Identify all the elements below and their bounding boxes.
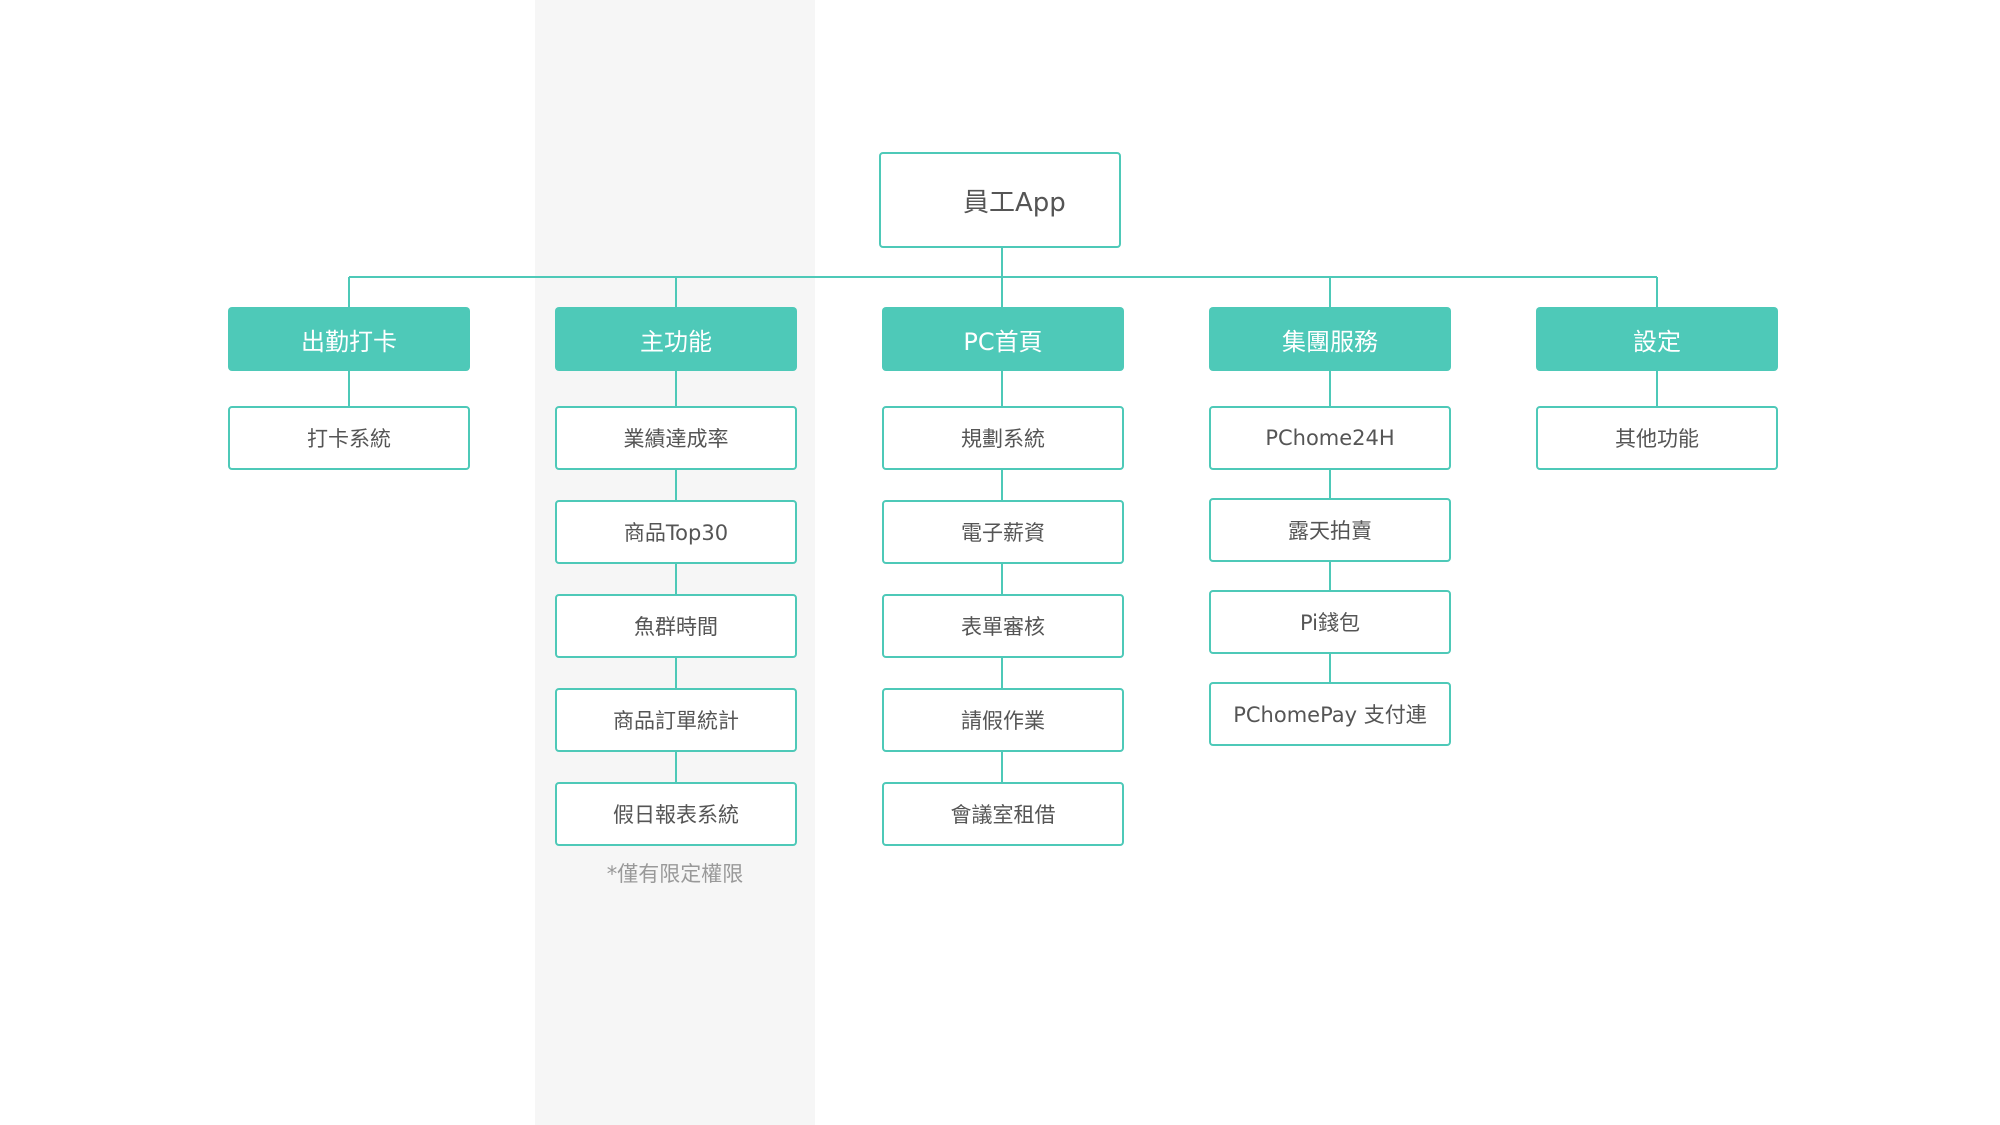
leaf-node: 會議室租借 [882,782,1124,846]
leaf-label: 請假作業 [961,709,1045,733]
leaf-node: 假日報表系統 [555,782,797,846]
leaf-label: 表單審核 [961,615,1045,639]
category-node-group-services: 集團服務 [1209,307,1451,371]
category-label: 集團服務 [1282,327,1378,356]
leaf-label: 魚群時間 [634,615,718,639]
leaf-node: 商品訂單統計 [555,688,797,752]
leaf-node: 商品Top30 [555,500,797,564]
leaf-node: 露天拍賣 [1209,498,1451,562]
leaf-label: PChome24H [1265,426,1395,450]
leaf-label: 假日報表系統 [613,803,739,827]
root-node: 員工App [879,152,1121,248]
leaf-node: 電子薪資 [882,500,1124,564]
leaf-label: 規劃系統 [961,427,1045,451]
leaf-label: 業績達成率 [623,427,729,451]
leaf-label: 會議室租借 [950,803,1056,827]
leaf-node: 業績達成率 [555,406,797,470]
leaf-node: PChomePay 支付連 [1209,682,1451,746]
leaf-node: 打卡系統 [228,406,470,470]
leaf-node: 魚群時間 [555,594,797,658]
category-node-settings: 設定 [1536,307,1778,371]
permission-note: *僅有限定權限 [606,862,744,886]
leaf-node: Pi錢包 [1209,590,1451,654]
leaf-label: 打卡系統 [307,427,391,451]
category-node-main: 主功能 [555,307,797,371]
category-label: 設定 [1633,327,1681,356]
leaf-label: 電子薪資 [961,521,1045,545]
category-label: PC首頁 [963,327,1043,356]
leaf-label: PChomePay 支付連 [1233,703,1427,727]
leaf-node: PChome24H [1209,406,1451,470]
category-label: 主功能 [640,327,712,356]
leaf-label: 其他功能 [1615,427,1699,451]
leaf-label: 商品訂單統計 [613,709,739,733]
leaf-node: 規劃系統 [882,406,1124,470]
leaf-node: 其他功能 [1536,406,1778,470]
leaf-node: 表單審核 [882,594,1124,658]
category-node-attendance: 出勤打卡 [228,307,470,371]
category-label: 出勤打卡 [301,327,397,356]
leaf-node: 請假作業 [882,688,1124,752]
leaf-label: 商品Top30 [623,521,729,545]
leaf-label: Pi錢包 [1299,611,1361,635]
root-label: 員工App [963,187,1066,218]
leaf-label: 露天拍賣 [1288,519,1372,543]
category-node-pc-home: PC首頁 [882,307,1124,371]
